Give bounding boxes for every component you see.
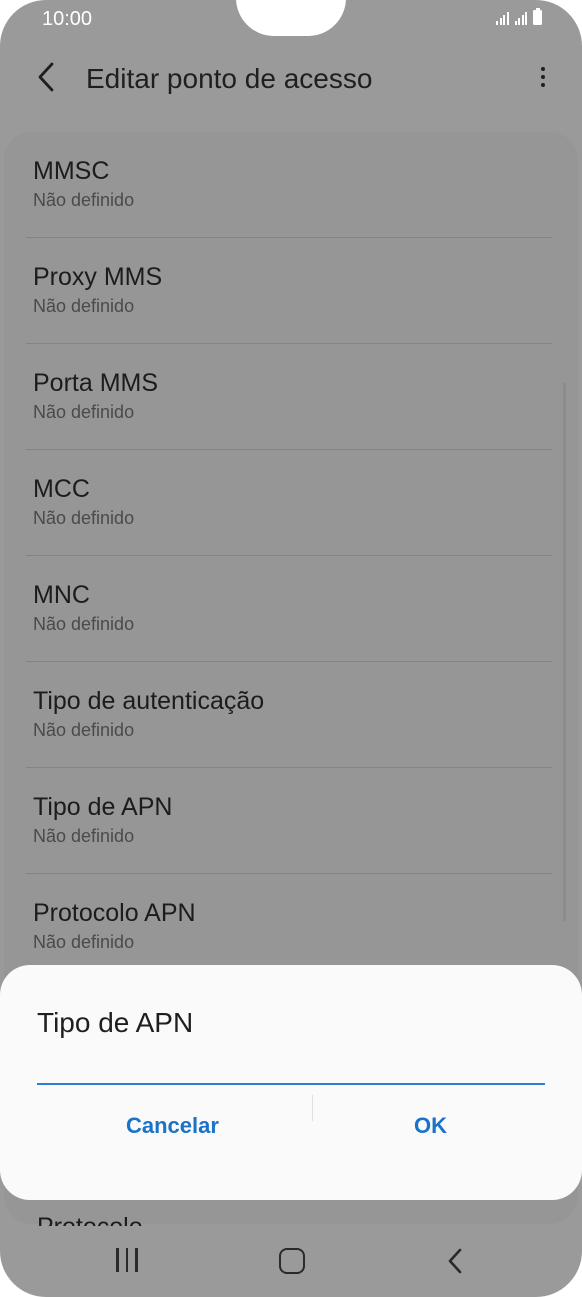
list-item-title: MCC xyxy=(33,475,90,503)
divider xyxy=(26,237,552,238)
home-button[interactable] xyxy=(279,1248,305,1274)
divider xyxy=(26,555,552,556)
recents-button[interactable] xyxy=(116,1248,138,1272)
divider xyxy=(26,449,552,450)
list-item-title: MMSC xyxy=(33,157,110,185)
ok-button[interactable]: OK xyxy=(414,1113,447,1139)
list-item-subtitle: Não definido xyxy=(33,296,135,316)
list-item-subtitle: Não definido xyxy=(33,508,135,528)
list-item-title: Tipo de autenticação xyxy=(33,687,265,715)
list-item-subtitle: Não definido xyxy=(33,402,135,422)
list-item-subtitle: Não definido xyxy=(33,190,135,210)
list-item-protocolo-apn[interactable]: Protocolo APN Não definido xyxy=(33,898,551,954)
status-icons xyxy=(496,8,542,25)
back-arrow-icon xyxy=(448,1248,462,1274)
more-vert-icon xyxy=(538,67,548,87)
list-item-tipo-autenticacao[interactable]: Tipo de autenticação Não definido xyxy=(33,686,551,742)
dialog-title: Tipo de APN xyxy=(37,1007,194,1038)
list-item-mmsc[interactable]: MMSC Não definido xyxy=(33,156,551,212)
more-options-button[interactable] xyxy=(538,64,548,94)
nav-back-button[interactable] xyxy=(444,1248,468,1274)
list-item-subtitle: Não definido xyxy=(33,826,135,846)
status-bar: 10:00 xyxy=(0,0,582,38)
list-item-subtitle: Não definido xyxy=(33,720,135,740)
page-title: Editar ponto de acesso xyxy=(86,63,373,94)
divider xyxy=(26,661,552,662)
list-item-title: Porta MMS xyxy=(33,369,159,397)
list-item-tipo-apn[interactable]: Tipo de APN Não definido xyxy=(33,792,551,848)
input-underline xyxy=(37,1083,545,1085)
app-bar: Editar ponto de acesso xyxy=(0,44,582,114)
button-separator xyxy=(312,1095,313,1121)
list-item-subtitle: Não definido xyxy=(33,614,135,634)
apn-type-input[interactable] xyxy=(37,1048,545,1084)
list-item-title: Proxy MMS xyxy=(33,263,163,291)
scrollbar[interactable] xyxy=(563,382,566,922)
list-item-title: Protocolo APN xyxy=(33,899,196,927)
back-button[interactable] xyxy=(30,60,64,94)
cancel-button[interactable]: Cancelar xyxy=(126,1113,219,1139)
phone-screen: 10:00 Editar ponto de acesso MMSC Não de… xyxy=(0,0,582,1297)
divider xyxy=(26,343,552,344)
list-item-mcc[interactable]: MCC Não definido xyxy=(33,474,551,530)
list-item-peek[interactable]: Protocolo xyxy=(37,1212,143,1226)
signal-icon-2 xyxy=(514,11,527,25)
status-time: 10:00 xyxy=(42,8,93,30)
signal-icon xyxy=(496,11,509,25)
list-item-subtitle: Não definido xyxy=(33,932,135,952)
battery-icon xyxy=(533,8,542,25)
list-item-proxy-mms[interactable]: Proxy MMS Não definido xyxy=(33,262,551,318)
list-item-title: Tipo de APN xyxy=(33,793,173,821)
navigation-bar xyxy=(0,1226,582,1297)
divider xyxy=(26,767,552,768)
list-item-title: MNC xyxy=(33,581,90,609)
chevron-left-icon xyxy=(38,62,54,92)
divider xyxy=(26,873,552,874)
list-item-mnc[interactable]: MNC Não definido xyxy=(33,580,551,636)
list-item-porta-mms[interactable]: Porta MMS Não definido xyxy=(33,368,551,424)
